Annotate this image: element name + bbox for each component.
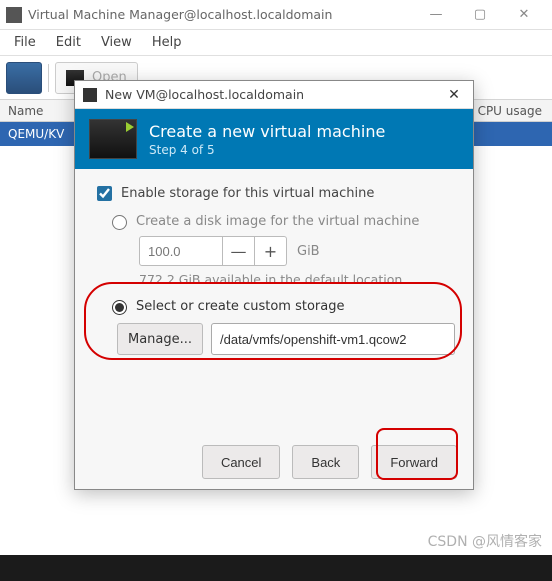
size-increment[interactable]: + xyxy=(255,236,287,266)
storage-path-row: Manage... xyxy=(117,323,455,355)
size-unit: GiB xyxy=(297,244,320,259)
create-disk-radio[interactable] xyxy=(112,215,127,230)
new-vm-icon[interactable] xyxy=(6,62,42,94)
footer-bar xyxy=(0,555,552,581)
main-title: Virtual Machine Manager@localhost.locald… xyxy=(28,7,414,22)
disk-size-row: — + GiB xyxy=(139,236,455,266)
custom-storage-label: Select or create custom storage xyxy=(136,299,344,314)
main-titlebar: Virtual Machine Manager@localhost.locald… xyxy=(0,0,552,30)
watermark: CSDN @风情客家 xyxy=(428,531,542,551)
storage-path-input[interactable] xyxy=(211,323,455,355)
custom-storage-row[interactable]: Select or create custom storage xyxy=(107,297,455,315)
forward-button[interactable]: Forward xyxy=(371,445,457,479)
back-button[interactable]: Back xyxy=(292,445,359,479)
size-decrement[interactable]: — xyxy=(223,236,255,266)
disk-size-input[interactable] xyxy=(139,236,223,266)
enable-storage-row[interactable]: Enable storage for this virtual machine xyxy=(93,183,455,204)
new-vm-dialog: New VM@localhost.localdomain ✕ Create a … xyxy=(74,80,474,490)
dialog-header: Create a new virtual machine Step 4 of 5 xyxy=(75,109,473,169)
vm-header-icon xyxy=(89,119,137,159)
custom-storage-radio[interactable] xyxy=(112,300,127,315)
menu-edit[interactable]: Edit xyxy=(46,32,91,53)
dialog-close-button[interactable]: ✕ xyxy=(443,87,465,103)
enable-storage-checkbox[interactable] xyxy=(97,186,112,201)
create-disk-label: Create a disk image for the virtual mach… xyxy=(136,214,419,229)
menu-view[interactable]: View xyxy=(91,32,142,53)
dialog-titlebar: New VM@localhost.localdomain ✕ xyxy=(75,81,473,109)
dialog-footer: Cancel Back Forward xyxy=(75,435,473,489)
menubar: File Edit View Help xyxy=(0,30,552,56)
menu-help[interactable]: Help xyxy=(142,32,192,53)
enable-storage-label: Enable storage for this virtual machine xyxy=(121,186,374,201)
menu-file[interactable]: File xyxy=(4,32,46,53)
app-icon xyxy=(6,7,22,23)
vm-row-label: QEMU/KV xyxy=(8,127,64,141)
manage-button[interactable]: Manage... xyxy=(117,323,203,355)
maximize-button[interactable]: ▢ xyxy=(458,1,502,29)
dialog-body: Enable storage for this virtual machine … xyxy=(75,169,473,435)
create-disk-row[interactable]: Create a disk image for the virtual mach… xyxy=(107,212,455,230)
close-button[interactable]: ✕ xyxy=(502,1,546,29)
dialog-icon xyxy=(83,88,97,102)
cancel-button[interactable]: Cancel xyxy=(202,445,280,479)
available-text: 772.2 GiB available in the default locat… xyxy=(139,272,455,287)
dialog-heading: Create a new virtual machine xyxy=(149,122,385,141)
dialog-title: New VM@localhost.localdomain xyxy=(105,87,443,102)
dialog-step: Step 4 of 5 xyxy=(149,143,385,157)
minimize-button[interactable]: — xyxy=(414,1,458,29)
col-cpu[interactable]: CPU usage xyxy=(462,104,552,118)
